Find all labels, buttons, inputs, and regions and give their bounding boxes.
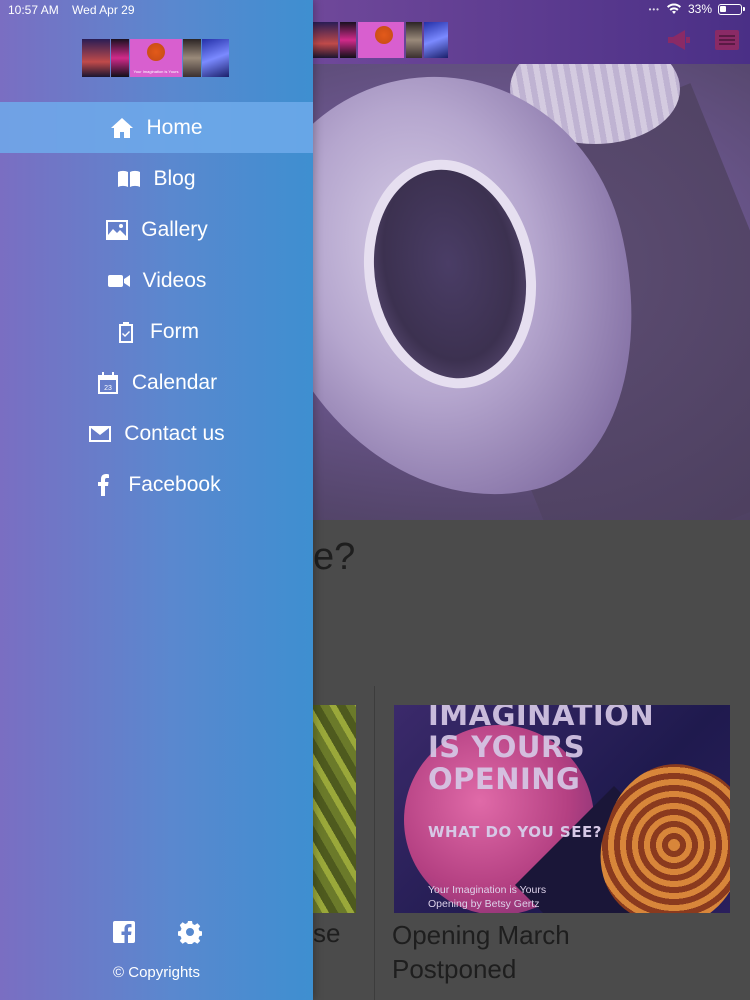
menu-item-label: Contact us — [124, 421, 225, 445]
facebook-square-icon[interactable] — [112, 920, 136, 944]
multitask-dots-icon: ••• — [648, 4, 660, 14]
book-icon — [118, 170, 141, 187]
clipboard-icon — [119, 321, 133, 343]
envelope-icon — [89, 425, 112, 442]
menu-item-blog[interactable]: Blog — [0, 153, 313, 204]
menu-item-facebook[interactable]: Facebook — [0, 459, 313, 510]
menu-item-form[interactable]: Form — [0, 306, 313, 357]
menu-item-label: Gallery — [141, 217, 208, 241]
status-time: 10:57 AM — [8, 3, 59, 17]
battery-percent: 33% — [687, 2, 712, 16]
drawer-menu: Home Blog Gallery Videos Form 23 Calenda… — [0, 102, 313, 510]
wifi-icon — [666, 3, 681, 14]
menu-item-label: Blog — [153, 166, 196, 190]
copyright-text: © Copyrights — [113, 964, 200, 981]
menu-item-calendar[interactable]: 23 Calendar — [0, 357, 313, 408]
menu-item-label: Home — [146, 115, 203, 139]
menu-item-gallery[interactable]: Gallery — [0, 204, 313, 255]
video-camera-icon — [107, 274, 130, 287]
menu-item-home[interactable]: Home — [0, 102, 313, 153]
image-icon — [106, 219, 129, 240]
menu-item-label: Facebook — [128, 472, 221, 496]
facebook-icon — [98, 473, 110, 496]
status-bar: 10:57 AM Wed Apr 29 ••• 33% — [0, 0, 750, 22]
menu-item-contact-us[interactable]: Contact us — [0, 408, 313, 459]
drawer-scrim[interactable] — [313, 0, 750, 1000]
drawer-footer: © Copyrights — [0, 920, 313, 981]
status-date: Wed Apr 29 — [72, 3, 135, 17]
svg-text:23: 23 — [104, 385, 112, 392]
logo-caption: Your Imagination is Yours — [133, 69, 179, 74]
battery-icon — [718, 3, 745, 15]
gear-icon[interactable] — [177, 920, 202, 944]
navigation-drawer: Your Imagination is Yours Home Blog Gall… — [0, 0, 313, 1000]
menu-item-label: Form — [150, 319, 199, 343]
menu-item-videos[interactable]: Videos — [0, 255, 313, 306]
menu-item-label: Videos — [142, 268, 207, 292]
calendar-icon: 23 — [97, 371, 118, 394]
home-icon — [111, 117, 134, 138]
menu-item-label: Calendar — [131, 370, 218, 394]
app-logo[interactable]: Your Imagination is Yours — [82, 39, 230, 77]
